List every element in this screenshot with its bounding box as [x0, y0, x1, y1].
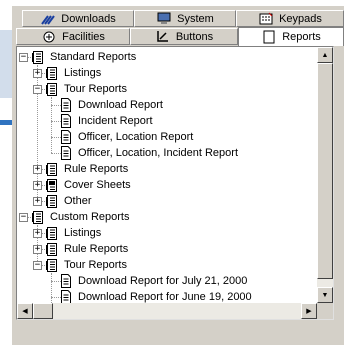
tab-reports[interactable]: Reports — [238, 27, 344, 46]
report-book-icon — [45, 82, 59, 96]
document-icon — [59, 130, 73, 144]
tree-item-label: Download Report for July 21, 2000 — [78, 275, 248, 287]
report-book-icon — [31, 210, 45, 224]
expand-toggle[interactable]: + — [33, 181, 42, 190]
system-computer-icon — [156, 12, 172, 26]
report-book-icon — [45, 226, 59, 240]
document-icon — [59, 290, 73, 304]
reports-page-icon — [261, 30, 277, 44]
expand-toggle[interactable]: + — [33, 245, 42, 254]
report-book-icon — [45, 242, 59, 256]
tab-label: Buttons — [175, 30, 214, 43]
tree-item-label: Rule Reports — [64, 163, 129, 175]
tab-downloads[interactable]: Downloads — [22, 10, 134, 27]
tree-item[interactable]: Tour Reports — [45, 81, 129, 97]
tree-item[interactable]: Custom Reports — [31, 209, 131, 225]
document-icon — [59, 98, 73, 112]
expand-toggle[interactable]: + — [33, 229, 42, 238]
tree-connector-line — [51, 97, 52, 153]
tree-item-label: Tour Reports — [64, 83, 127, 95]
vertical-scroll-thumb[interactable] — [317, 63, 333, 279]
tree-item[interactable]: Cover Sheets — [45, 177, 133, 193]
buttons-icon — [155, 30, 171, 44]
tree-item[interactable]: Other — [45, 193, 94, 209]
scroll-down-button[interactable]: ▼ — [317, 287, 333, 303]
expand-toggle[interactable]: + — [33, 69, 42, 78]
tab-label: Downloads — [61, 12, 116, 25]
tab-label: Reports — [282, 31, 321, 43]
tree-item-label: Other — [64, 195, 92, 207]
expand-toggle[interactable]: + — [33, 165, 42, 174]
reports-tree[interactable]: − Standard Reports + Listings − Tour Reports D… — [16, 46, 334, 320]
horizontal-scrollbar[interactable]: ◀ ▶ — [17, 303, 317, 319]
scroll-up-button[interactable]: ▲ — [317, 47, 333, 63]
tree-item[interactable]: Listings — [45, 225, 103, 241]
tree-item-label: Rule Reports — [64, 243, 129, 255]
report-book-icon — [31, 50, 45, 64]
tree-item-label: Officer, Location Report — [78, 131, 194, 143]
tree-item[interactable]: Listings — [45, 65, 103, 81]
tree-item[interactable]: Download Report — [59, 97, 165, 113]
scrollbar-corner — [317, 303, 333, 319]
keypad-icon — [258, 12, 274, 26]
tree-item-label: Listings — [64, 67, 102, 79]
tab-label: Keypads — [279, 12, 322, 25]
tree-item-label: Listings — [64, 227, 102, 239]
tree-item[interactable]: Download Report for July 21, 2000 — [59, 273, 249, 289]
vertical-scrollbar[interactable]: ▲ ▼ — [317, 47, 333, 303]
report-book-icon — [45, 162, 59, 176]
tree-item-label: Custom Reports — [50, 211, 130, 223]
report-book-icon — [45, 258, 59, 272]
tab-facilities[interactable]: Facilities — [16, 28, 130, 45]
tree-item[interactable]: Standard Reports — [31, 49, 138, 65]
tab-label: Facilities — [62, 30, 105, 43]
tree-item-label: Download Report for June 19, 2000 — [78, 291, 252, 303]
report-book-icon — [45, 194, 59, 208]
facilities-icon — [41, 30, 57, 44]
tree-item-label: Cover Sheets — [64, 179, 131, 191]
tree-item-label: Incident Report — [78, 115, 153, 127]
horizontal-scroll-thumb[interactable] — [33, 303, 53, 319]
document-icon — [59, 146, 73, 160]
tree-item-label: Standard Reports — [50, 51, 137, 63]
scroll-left-button[interactable]: ◀ — [17, 303, 33, 319]
tree-item-label: Officer, Location, Incident Report — [78, 147, 238, 159]
download-arrows-icon — [40, 12, 56, 26]
tree-item-label: Tour Reports — [64, 259, 127, 271]
tab-buttons[interactable]: Buttons — [130, 28, 238, 45]
document-icon — [59, 274, 73, 288]
collapse-toggle[interactable]: − — [19, 53, 28, 62]
tree-item[interactable]: Officer, Location Report — [59, 129, 195, 145]
collapse-toggle[interactable]: − — [19, 213, 28, 222]
tab-label: System — [177, 12, 214, 25]
collapse-toggle[interactable]: − — [33, 85, 42, 94]
document-icon — [59, 114, 73, 128]
tree-item-label: Download Report — [78, 99, 163, 111]
tab-keypads[interactable]: Keypads — [236, 10, 344, 27]
expand-toggle[interactable]: + — [33, 197, 42, 206]
collapse-toggle[interactable]: − — [33, 261, 42, 270]
cover-sheet-icon — [45, 178, 59, 192]
scroll-right-button[interactable]: ▶ — [301, 303, 317, 319]
tree-item[interactable]: Rule Reports — [45, 241, 130, 257]
tab-system[interactable]: System — [134, 10, 236, 27]
tree-item[interactable]: Rule Reports — [45, 161, 130, 177]
tree-item[interactable]: Officer, Location, Incident Report — [59, 145, 240, 161]
tree-item[interactable]: Tour Reports — [45, 257, 129, 273]
report-book-icon — [45, 66, 59, 80]
tree-item[interactable]: Incident Report — [59, 113, 155, 129]
